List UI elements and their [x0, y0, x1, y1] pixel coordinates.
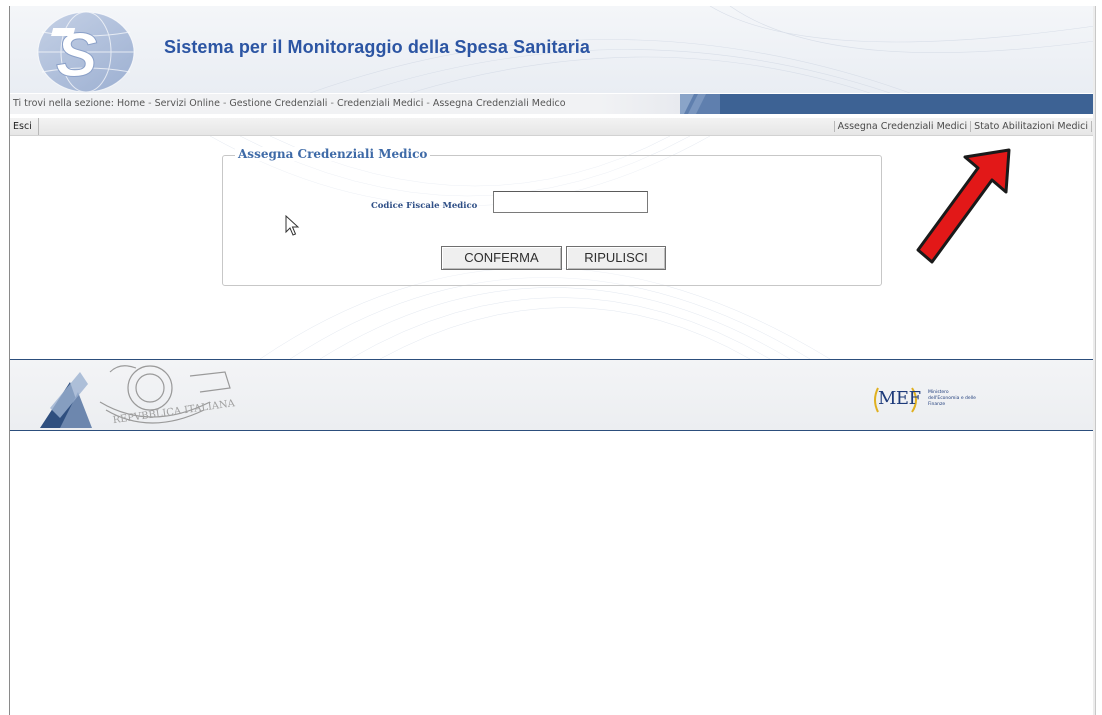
breadcrumb-separator: -: [330, 98, 334, 109]
page-footer: REPVBBLICA ITALIANA MEF Ministero dell'E…: [10, 359, 1095, 431]
page-header: S Sistema per il Monitoraggio della Spes…: [10, 6, 1095, 93]
mef-caption: Ministero dell'Economia e delle Finanze: [928, 390, 976, 407]
conferma-button[interactable]: CONFERMA: [441, 246, 562, 270]
breadcrumb-bar: Ti trovi nella sezione: Home - Servizi O…: [10, 94, 1095, 114]
main-content: Assegna Credenziali Medico Codice Fiscal…: [10, 136, 1095, 359]
assegna-credenziali-form: Assegna Credenziali Medico Codice Fiscal…: [222, 147, 882, 286]
breadcrumb-item-current: Assegna Credenziali Medico: [432, 98, 566, 109]
red-arrow-icon: [916, 148, 1011, 264]
mouse-cursor-icon: [285, 215, 300, 236]
menu-right-links: Assegna Credenziali Medici Stato Abilitaz…: [833, 118, 1092, 135]
ts-logo-icon: S: [37, 11, 135, 92]
breadcrumb-decoration: [680, 94, 720, 114]
breadcrumb-separator: -: [222, 98, 227, 109]
breadcrumb-item-gestione-credenziali[interactable]: Gestione Credenziali: [229, 98, 327, 109]
browser-page: S Sistema per il Monitoraggio della Spes…: [9, 6, 1096, 715]
menu-link-assegna-credenziali-medici[interactable]: Assegna Credenziali Medici: [833, 121, 971, 132]
mef-logo-text: MEF: [878, 388, 921, 409]
codice-fiscale-label: Codice Fiscale Medico: [371, 201, 478, 211]
breadcrumb-separator: -: [148, 98, 152, 109]
form-legend: Assegna Credenziali Medico: [235, 147, 431, 161]
menu-link-stato-abilitazioni-medici[interactable]: Stato Abilitazioni Medici: [970, 121, 1092, 132]
svg-text:REPVBBLICA ITALIANA: REPVBBLICA ITALIANA: [112, 398, 236, 426]
breadcrumb-separator: -: [426, 98, 430, 109]
mef-logo: MEF Ministero dell'Economia e delle Fina…: [872, 384, 982, 416]
app-title: Sistema per il Monitoraggio della Spesa …: [164, 37, 591, 57]
menu-bar: Esci Assegna Credenziali Medici Stato Abi…: [10, 118, 1095, 136]
repubblica-italiana-emblem-icon: REPVBBLICA ITALIANA: [40, 365, 236, 428]
esci-link[interactable]: Esci: [10, 118, 39, 135]
breadcrumb-item-servizi-online[interactable]: Servizi Online: [155, 98, 220, 109]
codice-fiscale-input[interactable]: [493, 191, 648, 213]
page-scroll-edge: [1093, 6, 1095, 715]
breadcrumb-prefix: Ti trovi nella sezione:: [13, 98, 114, 109]
ripulisci-button[interactable]: RIPULISCI: [566, 246, 666, 270]
breadcrumb-item-credenziali-medici[interactable]: Credenziali Medici: [337, 98, 423, 109]
breadcrumb-item-home[interactable]: Home: [117, 98, 145, 109]
breadcrumb: Ti trovi nella sezione: Home - Servizi O…: [10, 94, 680, 114]
